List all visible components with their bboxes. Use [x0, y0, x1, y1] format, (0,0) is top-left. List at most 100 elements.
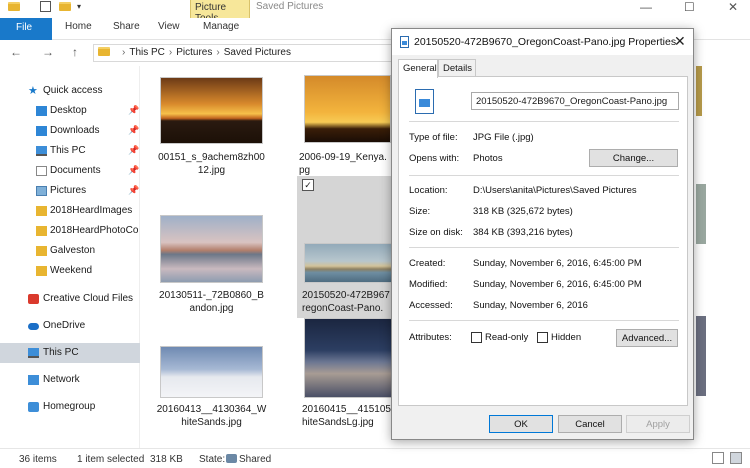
file-name[interactable]: 20130511-_72B0860_B andon.jpg	[154, 289, 269, 315]
thumbnail-image[interactable]	[160, 346, 263, 398]
properties-dialog: 20150520-472B9670_OregonCoast-Pano.jpg P…	[391, 28, 694, 440]
dialog-close-icon[interactable]: ✕	[674, 33, 686, 50]
minimize-button[interactable]: —	[640, 0, 652, 14]
ribbon-tab-home[interactable]: Home	[65, 21, 92, 32]
sidebar-item-homegroup[interactable]: Homegroup	[0, 397, 140, 417]
sidebar-item-quick-access[interactable]: ★ Quick access	[0, 81, 140, 101]
file-name[interactable]: 20150520-472B967 regonCoast-Pano.	[302, 289, 392, 315]
general-panel: 20150520-472B9670_OregonCoast-Pano.jpg T…	[398, 76, 688, 406]
pin-icon: 📌	[128, 165, 140, 175]
attributes-label: Attributes:	[409, 332, 452, 343]
up-arrow-icon[interactable]: ↑	[72, 45, 78, 59]
sidebar-item-2018heardphotoco[interactable]: 2018HeardPhotoCo	[0, 221, 140, 241]
ribbon-tab-manage[interactable]: Manage	[203, 21, 239, 32]
divider	[409, 247, 679, 248]
selection-size: 318 KB	[150, 454, 183, 465]
close-button[interactable]: ✕	[728, 0, 738, 14]
hidden-checkbox[interactable]	[537, 332, 548, 343]
divider	[409, 320, 679, 321]
thumbnail-image[interactable]	[160, 215, 263, 283]
forward-arrow-icon[interactable]: →	[42, 45, 54, 59]
computer-icon	[36, 146, 47, 156]
size-label: Size:	[409, 206, 431, 217]
ribbon-tab-file[interactable]: File	[0, 18, 52, 40]
pin-icon: 📌	[128, 125, 140, 135]
breadcrumb-this-pc[interactable]: This PC	[129, 47, 165, 58]
folder-icon	[36, 266, 47, 276]
quick-access-folder-icon[interactable]	[8, 0, 20, 14]
modified-label: Modified:	[409, 279, 448, 290]
desktop-icon	[36, 106, 47, 116]
breadcrumb-separator-icon: ›	[122, 47, 126, 58]
advanced-button[interactable]: Advanced...	[616, 329, 678, 347]
sidebar-item-network[interactable]: Network	[0, 370, 140, 390]
thumbnail-image[interactable]	[160, 77, 263, 144]
picture-tools-tab[interactable]: Picture Tools	[190, 0, 250, 24]
created-value: Sunday, November 6, 2016, 6:45:00 PM	[473, 258, 642, 269]
star-icon: ★	[28, 85, 38, 97]
breadcrumb-pictures[interactable]: Pictures	[176, 47, 212, 58]
quick-access-properties-icon[interactable]	[40, 1, 51, 12]
details-view-icon[interactable]	[712, 452, 724, 464]
type-of-file-value: JPG File (.jpg)	[473, 132, 534, 143]
sidebar-item-this-pc[interactable]: This PC	[0, 343, 140, 363]
ribbon-tab-share[interactable]: Share	[113, 21, 140, 32]
created-label: Created:	[409, 258, 446, 269]
checkbox-icon[interactable]: ✓	[302, 179, 314, 191]
network-icon	[28, 375, 39, 385]
sidebar-item-onedrive[interactable]: OneDrive	[0, 316, 140, 336]
pin-icon: 📌	[128, 105, 140, 115]
change-button[interactable]: Change...	[589, 149, 678, 167]
tab-details[interactable]: Details	[438, 59, 476, 77]
cancel-button[interactable]: Cancel	[558, 415, 622, 433]
navigation-pane: ★ Quick access Desktop 📌 Downloads 📌 Thi…	[0, 66, 140, 448]
download-icon	[36, 126, 47, 136]
sidebar-item-downloads[interactable]: Downloads 📌	[0, 121, 140, 141]
back-arrow-icon[interactable]: ←	[10, 45, 22, 59]
folder-icon	[98, 47, 110, 56]
breadcrumb-separator-icon: ›	[216, 47, 220, 58]
homegroup-icon	[28, 402, 39, 412]
sidebar-item-weekend[interactable]: Weekend	[0, 261, 140, 281]
sidebar-item-galveston[interactable]: Galveston	[0, 241, 140, 261]
ok-button[interactable]: OK	[489, 415, 553, 433]
sidebar-item-desktop[interactable]: Desktop 📌	[0, 101, 140, 121]
breadcrumb-saved-pictures[interactable]: Saved Pictures	[224, 47, 291, 58]
opens-with-label: Opens with:	[409, 153, 460, 164]
file-pane-edge	[696, 66, 750, 448]
maximize-button[interactable]: ☐	[684, 0, 695, 14]
sidebar-item-this-pc-pinned[interactable]: This PC 📌	[0, 141, 140, 161]
cloud-icon	[28, 323, 39, 330]
ribbon-tab-view[interactable]: View	[158, 21, 180, 32]
sidebar-item-2018heardimages[interactable]: 2018HeardImages	[0, 201, 140, 221]
location-label: Location:	[409, 185, 448, 196]
filename-field[interactable]: 20150520-472B9670_OregonCoast-Pano.jpg	[471, 92, 679, 110]
large-icons-view-icon[interactable]	[730, 452, 742, 464]
apply-button[interactable]: Apply	[626, 415, 690, 433]
thumbnail-image[interactable]	[304, 318, 392, 398]
file-name[interactable]: 20160415__415105 hiteSandsLg.jpg	[302, 403, 394, 429]
status-bar: 36 items 1 item selected 318 KB State: S…	[0, 448, 750, 468]
sidebar-item-pictures[interactable]: Pictures 📌	[0, 181, 140, 201]
quick-access-dropdown-icon[interactable]: ▾	[77, 2, 81, 11]
sidebar-item-creative-cloud-files[interactable]: Creative Cloud Files	[0, 289, 140, 309]
breadcrumb[interactable]: › This PC › Pictures › Saved Pictures	[93, 44, 393, 62]
image-file-icon	[415, 89, 434, 114]
tab-general[interactable]: General	[398, 59, 438, 78]
thumbnail-edge	[696, 316, 706, 396]
state-value: Shared	[226, 454, 271, 465]
sidebar-item-documents[interactable]: Documents 📌	[0, 161, 140, 181]
accessed-label: Accessed:	[409, 300, 453, 311]
file-name[interactable]: 00151_s_9achem8zh00 12.jpg	[154, 151, 269, 177]
modified-value: Sunday, November 6, 2016, 6:45:00 PM	[473, 279, 642, 290]
file-name[interactable]: 2006-09-19_Kenya. pg	[299, 151, 399, 177]
thumbnail-image[interactable]	[304, 75, 391, 143]
readonly-checkbox[interactable]	[471, 332, 482, 343]
hidden-label: Hidden	[551, 332, 582, 343]
opens-with-value: Photos	[473, 153, 503, 164]
file-name[interactable]: 20160413__4130364_W hiteSands.jpg	[154, 403, 269, 429]
thumbnail-image[interactable]	[304, 243, 392, 283]
dialog-title: 20150520-472B9670_OregonCoast-Pano.jpg P…	[414, 36, 677, 48]
selection-count: 1 item selected	[77, 454, 145, 465]
quick-access-new-folder-icon[interactable]	[59, 0, 71, 14]
